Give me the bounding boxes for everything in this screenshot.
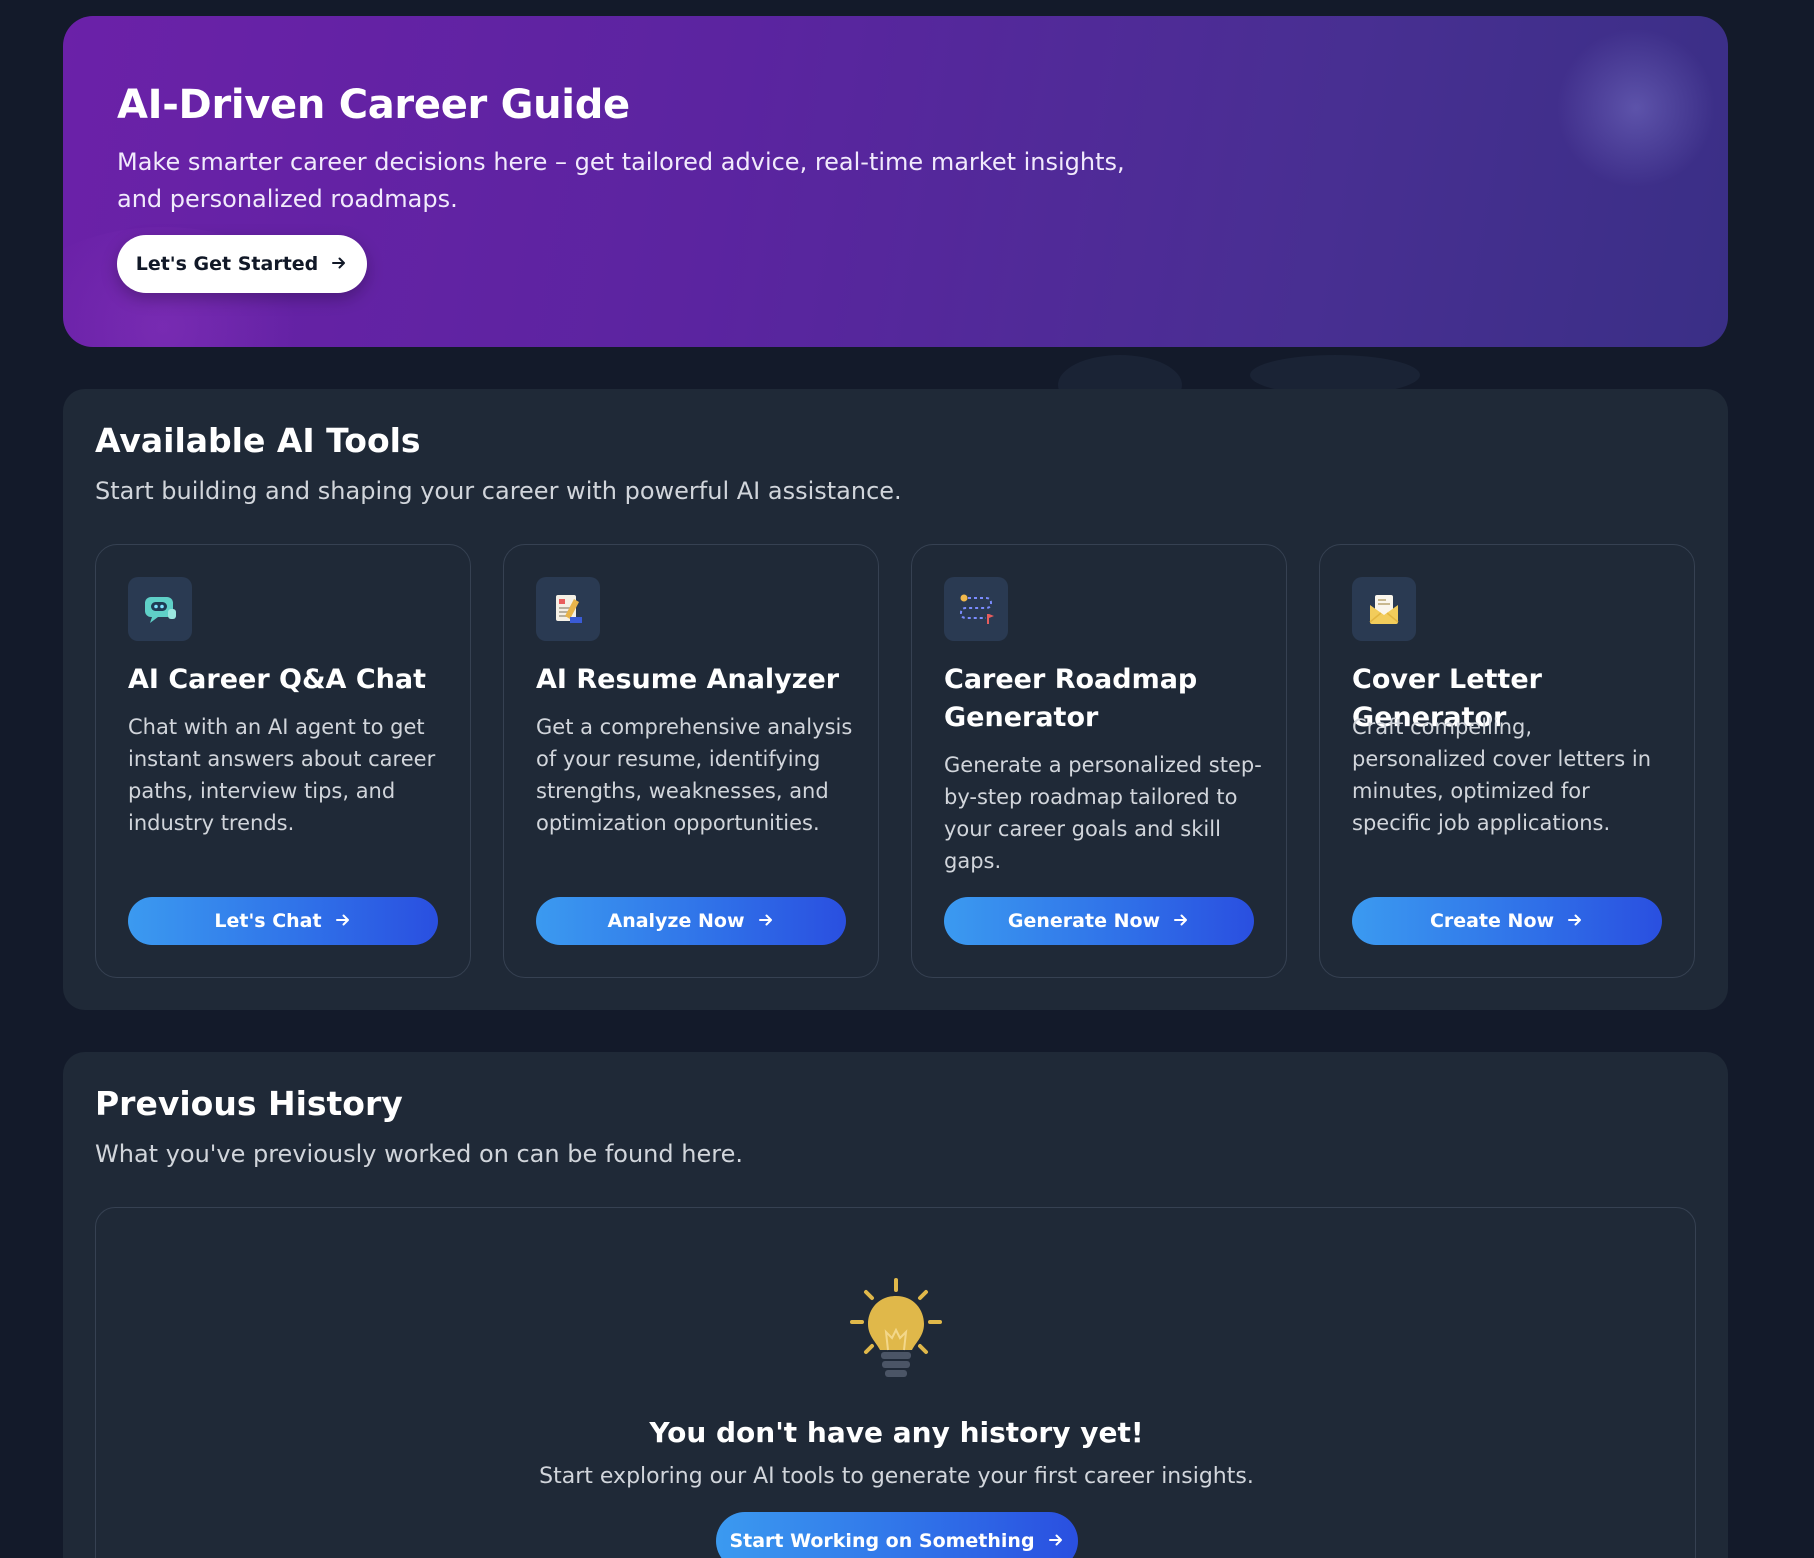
hero-glow (1556, 28, 1716, 188)
lightbulb-icon (844, 1276, 948, 1392)
lets-chat-label: Let's Chat (214, 910, 322, 932)
generate-now-label: Generate Now (1007, 910, 1161, 932)
tool-card-description: Get a comprehensive analysis of your res… (536, 715, 853, 835)
analyze-now-button[interactable]: Analyze Now (536, 897, 846, 945)
tool-card-title: AI Career Q&A Chat (128, 664, 426, 695)
create-now-button[interactable]: Create Now (1352, 897, 1662, 945)
start-working-button[interactable]: Start Working on Something (716, 1512, 1078, 1558)
hero-banner: AI-Driven Career Guide Make smarter care… (63, 16, 1728, 347)
hero-subtitle: Make smarter career decisions here – get… (117, 148, 1125, 213)
dashboard-page: AI-Driven Career Guide Make smarter care… (0, 0, 1814, 1558)
hero-title: AI-Driven Career Guide (117, 82, 630, 128)
tool-card-roadmap-generator: Career Roadmap Generator Generate a pers… (911, 544, 1287, 978)
tool-card-title: Career Roadmap Generator (944, 664, 1198, 733)
tool-card-title: AI Resume Analyzer (536, 664, 840, 695)
tool-card-cover-letter: Cover Letter Generator Craft compelling,… (1319, 544, 1695, 978)
get-started-button[interactable]: Let's Get Started (117, 235, 367, 293)
tools-panel: Available AI Tools Start building and sh… (63, 389, 1728, 1010)
empty-state-title: You don't have any history yet! (649, 1416, 1144, 1449)
get-started-label: Let's Get Started (135, 253, 319, 275)
create-now-label: Create Now (1429, 910, 1555, 932)
arrow-right-icon (1566, 911, 1584, 932)
arrow-right-icon (1172, 911, 1190, 932)
tools-title: Available AI Tools (95, 421, 421, 460)
arrow-right-icon (334, 911, 352, 932)
tools-subtitle: Start building and shaping your career w… (95, 477, 902, 505)
history-title: Previous History (95, 1084, 403, 1123)
roadmap-path-icon (944, 577, 1008, 641)
generate-now-button[interactable]: Generate Now (944, 897, 1254, 945)
tool-card-description: Generate a personalized step-by-step roa… (944, 753, 1262, 873)
history-empty-state: You don't have any history yet! Start ex… (95, 1207, 1696, 1558)
tool-card-description: Chat with an AI agent to get instant ans… (128, 715, 436, 835)
chat-bot-icon (128, 577, 192, 641)
tool-card-description: Craft compelling, personalized cover let… (1352, 715, 1652, 835)
empty-state-subtitle: Start exploring our AI tools to generate… (539, 1464, 1254, 1489)
arrow-right-icon (330, 254, 348, 275)
history-subtitle: What you've previously worked on can be … (95, 1140, 743, 1168)
tool-card-qa-chat: AI Career Q&A Chat Chat with an AI agent… (95, 544, 471, 978)
arrow-right-icon (1047, 1531, 1065, 1552)
resume-document-icon (536, 577, 600, 641)
arrow-right-icon (757, 911, 775, 932)
lets-chat-button[interactable]: Let's Chat (128, 897, 438, 945)
start-working-label: Start Working on Something (729, 1530, 1035, 1552)
analyze-now-label: Analyze Now (607, 910, 745, 932)
tool-card-resume-analyzer: AI Resume Analyzer Get a comprehensive a… (503, 544, 879, 978)
envelope-letter-icon (1352, 577, 1416, 641)
history-panel: Previous History What you've previously … (63, 1052, 1728, 1558)
